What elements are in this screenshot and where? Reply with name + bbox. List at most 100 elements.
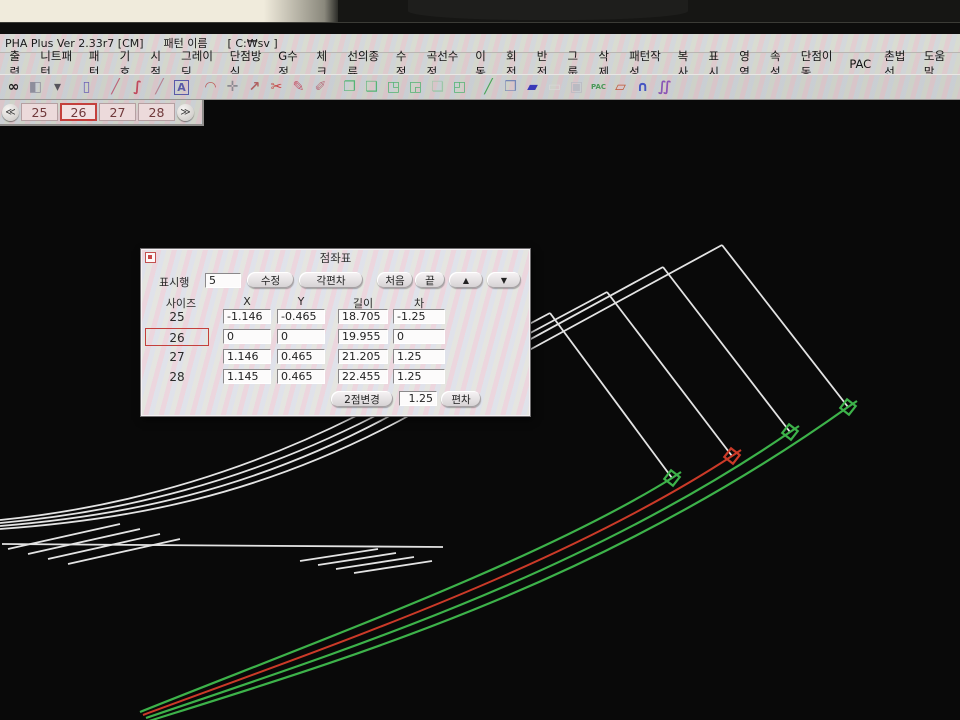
- two-point-change-button[interactable]: 2점변경: [331, 391, 393, 407]
- paste-icon[interactable]: ◧: [25, 77, 46, 98]
- cell-length-size-27[interactable]: 21.205: [338, 349, 388, 364]
- pencil-icon[interactable]: ✎: [288, 77, 309, 98]
- pages-icon[interactable]: ▣: [566, 77, 587, 98]
- toolbar: ∞ ◧ ▾ ▯ ╱ ∫ ╱ A ◠✛↗✂ ✎ ✐ ❐ ❑ ◳ ◲ ❏◰ ╱ ❒ ▰ ▭▣PAC▱ ∩ ∬: [0, 74, 960, 100]
- blank-page-icon[interactable]: ▭: [544, 77, 565, 98]
- pattern-outline-icon[interactable]: ▱: [610, 77, 631, 98]
- curves-adjust-icon[interactable]: ∬: [654, 77, 675, 98]
- arc-tool-icon[interactable]: ◠: [200, 77, 221, 98]
- size-tab-26[interactable]: 26: [60, 103, 97, 121]
- cell-y-size-27[interactable]: 0.465: [277, 349, 325, 364]
- cell-diff-size-26[interactable]: 0: [393, 329, 445, 344]
- first-button[interactable]: 처음: [377, 272, 413, 288]
- cell-x-size-26[interactable]: 0: [223, 329, 271, 344]
- size-tab-strip: ≪25262728≫: [0, 100, 204, 126]
- leaf-icon[interactable]: ╱: [478, 77, 499, 98]
- notch-line-7[interactable]: [336, 557, 414, 569]
- cell-length-size-28[interactable]: 22.455: [338, 369, 388, 384]
- pattern-join-icon[interactable]: ◲: [405, 77, 426, 98]
- row-up-button[interactable]: ▲: [449, 272, 483, 288]
- folder-icon: ❒: [504, 79, 517, 95]
- pin-icon[interactable]: ▾: [47, 77, 68, 98]
- size-tab-25[interactable]: 25: [21, 103, 58, 121]
- dialog-system-icon[interactable]: [145, 252, 156, 263]
- size-row-label-27[interactable]: 27: [145, 348, 209, 366]
- modify-button[interactable]: 수정: [247, 272, 294, 288]
- side-edge-size-26[interactable]: [607, 292, 732, 456]
- point-table-dialog: 점좌표 표시행 5 수정 각편차 처음 끝 ▲ ▼ 사이즈 X Y 길이 차 2…: [140, 248, 531, 417]
- glasses-icon[interactable]: ∞: [3, 77, 24, 98]
- bottom-curve-size-27[interactable]: [146, 426, 799, 718]
- curve-n-icon: ∩: [637, 79, 648, 95]
- row-down-button[interactable]: ▼: [487, 272, 521, 288]
- curve-tool-icon[interactable]: ∫: [127, 77, 148, 98]
- cell-y-size-28[interactable]: 0.465: [277, 369, 325, 384]
- curve-n-icon[interactable]: ∩: [632, 77, 653, 98]
- folder-icon[interactable]: ❒: [500, 77, 521, 98]
- text-tool-icon: A: [174, 80, 189, 95]
- pen-icon: ✐: [315, 79, 327, 95]
- pattern-page-icon[interactable]: ❏: [427, 77, 448, 98]
- polyline-tool-icon[interactable]: ╱: [149, 77, 170, 98]
- bottom-curve-size-28[interactable]: [149, 401, 857, 720]
- cell-y-size-25[interactable]: -0.465: [277, 309, 325, 324]
- deviation-button[interactable]: 편차: [441, 391, 481, 407]
- pencil-icon: ✎: [293, 79, 305, 95]
- cell-y-size-26[interactable]: 0: [277, 329, 325, 344]
- polyline-tool-icon: ╱: [155, 79, 163, 95]
- cell-x-size-28[interactable]: 1.145: [223, 369, 271, 384]
- display-row-label: 표시행: [159, 274, 189, 290]
- cell-x-size-27[interactable]: 1.146: [223, 349, 271, 364]
- next-sizes-button[interactable]: ≫: [177, 104, 194, 121]
- prev-sizes-button[interactable]: ≪: [2, 104, 19, 121]
- eraser-icon: ▰: [527, 79, 538, 95]
- curves-adjust-icon: ∬: [658, 79, 671, 95]
- notch-line-8[interactable]: [354, 561, 432, 573]
- pac-export-icon[interactable]: PAC: [588, 77, 609, 98]
- eraser-icon[interactable]: ▰: [522, 77, 543, 98]
- size-tab-28[interactable]: 28: [138, 103, 175, 121]
- cell-diff-size-28[interactable]: 1.25: [393, 369, 445, 384]
- pattern-cut-icon: ◳: [387, 79, 400, 95]
- pattern-copy-icon: ❑: [365, 79, 378, 95]
- line-tool-icon[interactable]: ╱: [105, 77, 126, 98]
- cell-diff-size-27[interactable]: 1.25: [393, 349, 445, 364]
- pen-icon[interactable]: ✐: [310, 77, 331, 98]
- room-object: [408, 0, 688, 20]
- size-tab-27[interactable]: 27: [99, 103, 136, 121]
- display-row-input[interactable]: 5: [205, 273, 241, 288]
- pattern-join-icon: ◲: [409, 79, 422, 95]
- line-tool-icon: ╱: [111, 79, 119, 95]
- pattern-cut-icon[interactable]: ◳: [383, 77, 404, 98]
- notch-line-5[interactable]: [300, 549, 378, 561]
- pattern-rotate-icon[interactable]: ◰: [449, 77, 470, 98]
- last-button[interactable]: 끝: [415, 272, 445, 288]
- cell-length-size-25[interactable]: 18.705: [338, 309, 388, 324]
- dialog-title-bar[interactable]: 점좌표: [141, 249, 530, 266]
- glasses-icon: ∞: [8, 79, 20, 95]
- pattern-new-icon[interactable]: ❐: [339, 77, 360, 98]
- bottom-curve-size-25[interactable]: [140, 472, 681, 712]
- size-row-label-25[interactable]: 25: [145, 308, 209, 326]
- leaf-icon: ╱: [484, 79, 492, 95]
- angle-deviation-button[interactable]: 각편차: [299, 272, 363, 288]
- menu-item-24[interactable]: PAC: [843, 57, 878, 71]
- cell-x-size-25[interactable]: -1.146: [223, 309, 271, 324]
- pattern-copy-icon[interactable]: ❑: [361, 77, 382, 98]
- notch-line-6[interactable]: [318, 553, 396, 565]
- scissors-icon[interactable]: ✂: [266, 77, 287, 98]
- cross-tool-icon[interactable]: ✛: [222, 77, 243, 98]
- cell-length-size-26[interactable]: 19.955: [338, 329, 388, 344]
- paste-icon: ◧: [29, 79, 42, 95]
- cell-diff-size-25[interactable]: -1.25: [393, 309, 445, 324]
- text-tool-icon[interactable]: A: [171, 77, 192, 98]
- arrow-tool-icon[interactable]: ↗: [244, 77, 265, 98]
- size-row-label-28[interactable]: 28: [145, 368, 209, 386]
- new-page-icon[interactable]: ▯: [76, 77, 97, 98]
- side-edge-size-27[interactable]: [663, 267, 790, 432]
- pattern-new-icon: ❐: [343, 79, 356, 95]
- size-row-label-26[interactable]: 26: [145, 328, 209, 346]
- side-edge-size-28[interactable]: [722, 245, 848, 407]
- two-point-value-input[interactable]: 1.25: [399, 391, 437, 406]
- side-edge-size-25[interactable]: [550, 313, 672, 478]
